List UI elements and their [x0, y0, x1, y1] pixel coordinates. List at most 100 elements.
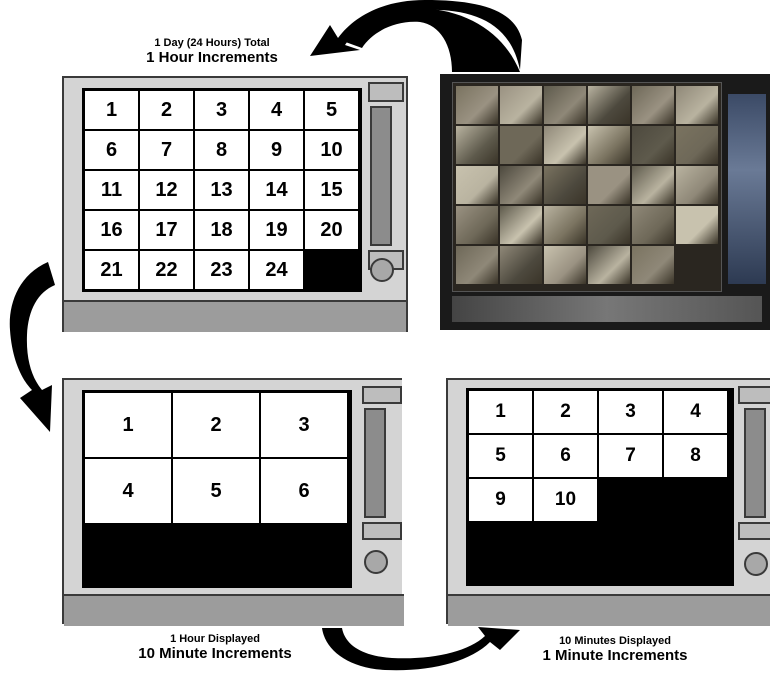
minute-cell-8[interactable]: 8 [663, 434, 728, 478]
day-cell-6[interactable]: 6 [84, 130, 139, 170]
day-cell-4[interactable]: 4 [249, 90, 304, 130]
day-cell-8[interactable]: 8 [194, 130, 249, 170]
photo-thumbnail [588, 86, 630, 124]
hour-dvr-panel: 123 456 [62, 378, 404, 626]
hour-cell-2[interactable]: 2 [172, 392, 260, 458]
photo-thumbnail [456, 206, 498, 244]
day-slider-track[interactable] [370, 106, 392, 246]
hour-cell-3[interactable]: 3 [260, 392, 348, 458]
day-cell-20[interactable]: 20 [304, 210, 359, 250]
photo-thumbnail [500, 86, 542, 124]
day-cell-3[interactable]: 3 [194, 90, 249, 130]
minute-cell-5[interactable]: 5 [468, 434, 533, 478]
photo-thumbnail [544, 246, 586, 284]
day-knob[interactable] [370, 258, 394, 282]
photo-thumbnail [544, 86, 586, 124]
minute-slider-bottom-button[interactable] [738, 522, 770, 540]
photo-thumbnail [588, 166, 630, 204]
photo-thumbnail [632, 246, 674, 284]
day-slider-top-button[interactable] [368, 82, 404, 102]
hour-cell-5[interactable]: 5 [172, 458, 260, 524]
minute-grid-screen: 1 2 3 4 5 6 7 8 9 10 [466, 388, 734, 586]
dvr-screenshot-photo [440, 74, 770, 330]
photo-thumbnail [500, 126, 542, 164]
day-cell-15[interactable]: 15 [304, 170, 359, 210]
day-cell-5[interactable]: 5 [304, 90, 359, 130]
photo-thumbnail [500, 246, 542, 284]
caption-hour-line2: 10 Minute Increments [138, 644, 292, 662]
hour-cell-4[interactable]: 4 [84, 458, 172, 524]
photo-thumbnail [676, 166, 718, 204]
caption-minute: 10 Minutes Displayed 1 Minute Increments [505, 635, 725, 664]
caption-day-line1: 1 Day (24 Hours) Total [154, 37, 270, 49]
photo-thumbnail [456, 126, 498, 164]
photo-thumbnail [500, 166, 542, 204]
day-cell-24[interactable]: 24 [249, 250, 304, 290]
photo-thumbnail [588, 206, 630, 244]
minute-cell-7[interactable]: 7 [598, 434, 663, 478]
photo-bottom-toolbar [452, 296, 762, 322]
hour-cell-1[interactable]: 1 [84, 392, 172, 458]
minute-slider-top-button[interactable] [738, 386, 770, 404]
minute-cell-9[interactable]: 9 [468, 478, 533, 522]
minute-cell-4[interactable]: 4 [663, 390, 728, 434]
day-cell-11[interactable]: 11 [84, 170, 139, 210]
arrow-top-curve-icon [310, 0, 522, 72]
hour-knob[interactable] [364, 550, 388, 574]
photo-thumbnail [588, 126, 630, 164]
day-cell-10[interactable]: 10 [304, 130, 359, 170]
caption-minute-line2: 1 Minute Increments [542, 646, 688, 664]
minute-cell-3[interactable]: 3 [598, 390, 663, 434]
day-panel-base [64, 300, 406, 332]
hour-slider-bottom-button[interactable] [362, 522, 402, 540]
day-cell-12[interactable]: 12 [139, 170, 194, 210]
caption-hour-line1: 1 Hour Displayed [170, 633, 260, 645]
photo-thumbnail [456, 246, 498, 284]
photo-thumbnail [676, 86, 718, 124]
day-cell-21[interactable]: 21 [84, 250, 139, 290]
caption-minute-line1: 10 Minutes Displayed [559, 635, 671, 647]
minute-cell-10[interactable]: 10 [533, 478, 598, 522]
photo-thumbnail [456, 86, 498, 124]
hour-slider-top-button[interactable] [362, 386, 402, 404]
day-cell-7[interactable]: 7 [139, 130, 194, 170]
day-grid-screen: 1 2 3 4 5 6 7 8 9 10 11 12 13 14 15 16 17 18 19 20 21 22 23 24 [82, 88, 362, 292]
day-cell-17[interactable]: 17 [139, 210, 194, 250]
hour-grid-screen: 123 456 [82, 390, 352, 588]
minute-cell-6[interactable]: 6 [533, 434, 598, 478]
minute-knob[interactable] [744, 552, 768, 576]
day-cell-1[interactable]: 1 [84, 90, 139, 130]
day-cell-14[interactable]: 14 [249, 170, 304, 210]
photo-thumbnail [676, 206, 718, 244]
hour-cell-6[interactable]: 6 [260, 458, 348, 524]
photo-thumbnail [544, 126, 586, 164]
day-cell-19[interactable]: 19 [249, 210, 304, 250]
photo-thumbnail [676, 126, 718, 164]
day-cell-2[interactable]: 2 [139, 90, 194, 130]
photo-thumbnail [632, 206, 674, 244]
photo-thumbnail [544, 206, 586, 244]
photo-thumbnail [632, 86, 674, 124]
day-cell-23[interactable]: 23 [194, 250, 249, 290]
day-cell-16[interactable]: 16 [84, 210, 139, 250]
arrow-bottom-curve-icon [322, 627, 520, 671]
arrow-left-curve-icon [9, 262, 55, 432]
photo-thumbnail [500, 206, 542, 244]
hour-slider-track[interactable] [364, 408, 386, 518]
caption-hour: 1 Hour Displayed 10 Minute Increments [110, 633, 320, 662]
photo-thumbnail [588, 246, 630, 284]
minute-slider-track[interactable] [744, 408, 766, 518]
day-cell-13[interactable]: 13 [194, 170, 249, 210]
minute-dvr-panel: 1 2 3 4 5 6 7 8 9 10 [446, 378, 770, 626]
day-cell-22[interactable]: 22 [139, 250, 194, 290]
day-cell-9[interactable]: 9 [249, 130, 304, 170]
day-dvr-panel: 1 2 3 4 5 6 7 8 9 10 11 12 13 14 15 16 17 18 19 20 21 22 23 24 [62, 76, 408, 332]
day-cell-18[interactable]: 18 [194, 210, 249, 250]
caption-day-line2: 1 Hour Increments [146, 48, 278, 66]
caption-day: 1 Day (24 Hours) Total 1 Hour Increments [112, 37, 312, 66]
minute-cell-2[interactable]: 2 [533, 390, 598, 434]
minute-cell-1[interactable]: 1 [468, 390, 533, 434]
photo-thumbnail [544, 166, 586, 204]
minute-panel-base [448, 594, 770, 626]
photo-thumbnail [632, 166, 674, 204]
